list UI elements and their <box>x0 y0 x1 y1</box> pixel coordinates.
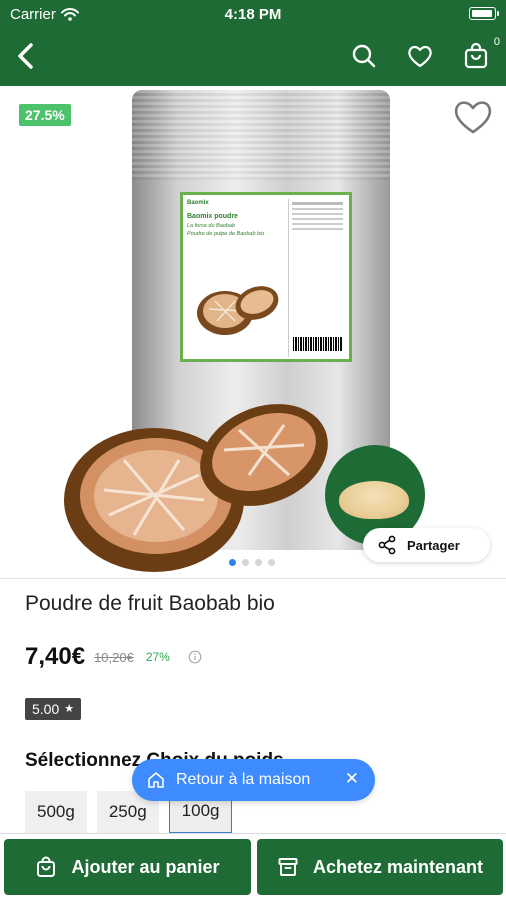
shopping-bag-icon <box>37 856 56 877</box>
battery-icon <box>469 7 499 20</box>
share-label: Partager <box>407 537 460 553</box>
divider <box>0 578 506 579</box>
carousel-dot[interactable] <box>268 559 275 566</box>
price-row: 7,40€ 10,20€ 27% <box>25 643 202 671</box>
heart-icon <box>408 45 432 68</box>
status-bar: Carrier 4:18 PM <box>10 6 499 24</box>
shopping-bag-icon <box>464 42 488 69</box>
weight-option-500g[interactable]: 500g <box>25 791 87 833</box>
rating-value: 5.00 <box>32 701 60 717</box>
add-to-cart-label: Ajouter au panier <box>71 856 220 877</box>
add-to-cart-button[interactable]: Ajouter au panier <box>4 839 251 895</box>
archive-box-icon <box>278 858 298 876</box>
buy-now-button[interactable]: Achetez maintenant <box>257 839 503 895</box>
product-title: Poudre de fruit Baobab bio <box>25 592 275 615</box>
wishlist-button[interactable] <box>406 42 434 70</box>
star-icon: ★ <box>64 703 75 715</box>
wifi-icon <box>60 8 79 21</box>
baobab-fruit-image <box>64 404 328 572</box>
favorite-button[interactable] <box>452 96 494 138</box>
back-arrow-icon <box>18 43 33 69</box>
carrier-label: Carrier <box>10 6 56 23</box>
cart-button[interactable]: 0 <box>462 36 500 70</box>
status-time: 4:18 PM <box>224 6 282 23</box>
home-icon <box>148 772 164 788</box>
bottom-action-bar: Ajouter au panier Achetez maintenant <box>0 833 506 900</box>
discount-percent: 27% <box>145 650 170 664</box>
package-barcode <box>293 337 343 351</box>
cart-count-badge: 0 <box>493 36 500 48</box>
search-button[interactable] <box>350 42 378 70</box>
back-button[interactable] <box>10 40 40 72</box>
carousel-dot[interactable] <box>229 559 236 566</box>
package-tagline-1: La force du Baobab <box>187 223 236 229</box>
baobab-fruit-small-image <box>197 286 279 335</box>
carousel-dot[interactable] <box>255 559 262 566</box>
share-icon <box>378 535 396 555</box>
search-icon <box>352 44 376 68</box>
share-button[interactable]: Partager <box>363 528 490 562</box>
package-product-name: Baomix poudre <box>187 213 238 220</box>
back-home-toast[interactable]: Retour à la maison ✕ <box>132 759 375 801</box>
heart-outline-icon <box>454 101 492 134</box>
carousel-dot[interactable] <box>242 559 249 566</box>
header-actions: 0 <box>350 36 500 72</box>
buy-now-label: Achetez maintenant <box>312 856 484 877</box>
info-icon[interactable] <box>188 650 202 664</box>
carrier-info: Carrier <box>10 6 79 23</box>
package-tagline-2: Poudre de pulpe de Baobab bio <box>187 231 265 237</box>
current-price: 7,40€ <box>25 643 86 670</box>
back-home-label: Retour à la maison <box>176 771 311 788</box>
close-icon[interactable]: ✕ <box>345 769 359 789</box>
package-brand: Baomix <box>187 200 209 206</box>
rating-badge: 5.00 ★ <box>25 698 82 720</box>
app-header: Carrier 4:18 PM 0 <box>0 0 506 86</box>
package-label: Baomix Baomix poudre La force du Baobab … <box>180 192 352 362</box>
carousel-dots <box>229 559 275 566</box>
discount-badge: 27.5% <box>19 104 71 126</box>
old-price: 10,20€ <box>94 649 134 665</box>
